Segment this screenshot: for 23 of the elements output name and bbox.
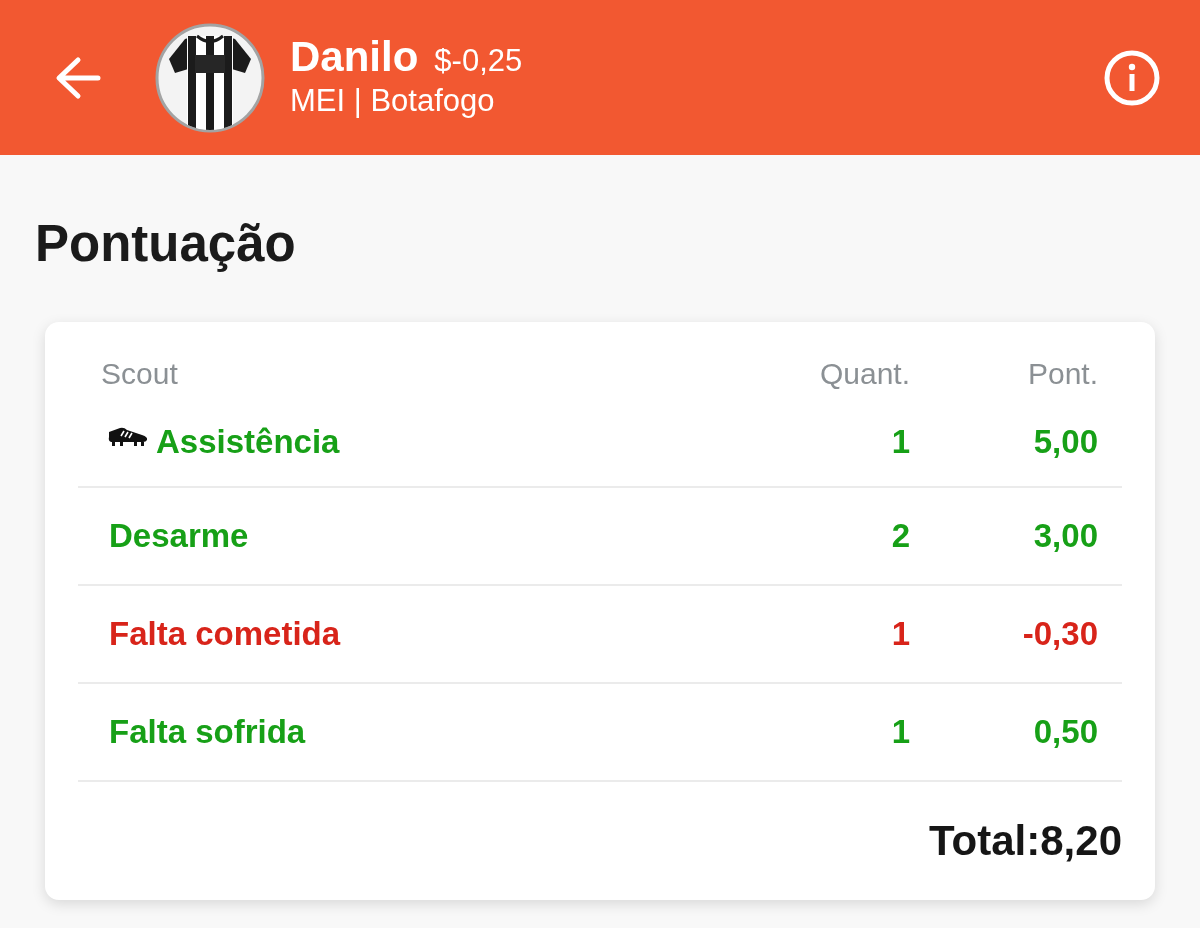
points-cell: 3,00 <box>1033 516 1098 556</box>
player-price: $-0,25 <box>434 41 523 80</box>
quantity-cell: 1 <box>891 712 910 752</box>
points-column-header: Pont. <box>1027 356 1098 392</box>
quantity-cell: 1 <box>891 614 910 654</box>
quantity-cell: 2 <box>891 516 910 556</box>
player-name: Danilo <box>290 32 419 81</box>
player-position-club: MEI | Botafogo <box>290 81 496 120</box>
quantity-cell: 1 <box>891 422 910 462</box>
scout-name: Desarme <box>109 516 249 556</box>
points-cell: -0,30 <box>1022 614 1098 654</box>
section-title: Pontuação <box>35 217 296 271</box>
scout-name: Falta cometida <box>109 614 341 654</box>
total-points: Total:8,20 <box>929 816 1122 866</box>
quantity-column-header: Quant. <box>819 356 910 392</box>
jersey-icon <box>155 22 265 133</box>
scout-name: Assistência <box>156 422 340 462</box>
info-icon[interactable] <box>1104 49 1160 106</box>
scout-column-header: Scout <box>101 356 178 392</box>
points-cell: 5,00 <box>1033 422 1098 462</box>
back-icon[interactable] <box>55 55 101 100</box>
points-cell: 0,50 <box>1033 712 1098 752</box>
scout-name: Falta sofrida <box>109 712 306 752</box>
